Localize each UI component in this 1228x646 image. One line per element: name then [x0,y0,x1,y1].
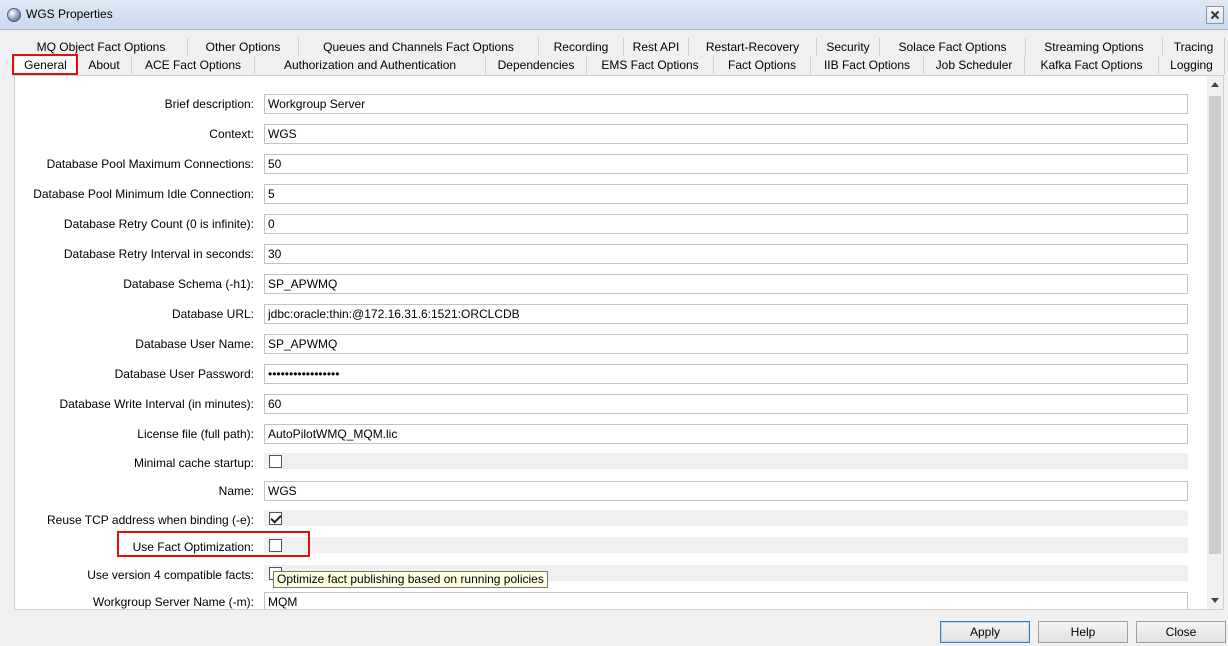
reuse-tcp-label: Reuse TCP address when binding (-e): [47,513,254,527]
row-use-v4-facts: Use version 4 compatible facts: [15,565,1209,585]
minimal-cache-strip [264,453,1188,469]
wgs-name-label: Workgroup Server Name (-m): [92,595,254,609]
context-field[interactable] [264,124,1188,144]
db-write-interval-field[interactable] [264,394,1188,414]
scroll-down-arrow-icon[interactable] [1211,598,1219,603]
row-db-write-interval: Database Write Interval (in minutes): [15,390,1209,418]
row-db-schema: Database Schema (-h1): [15,270,1209,298]
db-user-label: Database User Name: [135,337,254,351]
properties-panel: Brief description: Context: Database Poo… [14,75,1224,610]
brief-description-field[interactable] [264,94,1188,114]
license-file-label: License file (full path): [137,427,254,441]
db-pool-max-field[interactable] [264,154,1188,174]
close-icon[interactable] [1206,6,1224,24]
row-reuse-tcp: Reuse TCP address when binding (-e): [15,510,1209,530]
row-db-retry-interval: Database Retry Interval in seconds: [15,240,1209,268]
use-v4-facts-label: Use version 4 compatible facts: [87,568,254,582]
row-db-url: Database URL: [15,300,1209,328]
tab-kafka-fact-options[interactable]: Kafka Fact Options [1025,56,1159,74]
db-schema-label: Database Schema (-h1): [123,277,254,291]
row-name: Name: [15,477,1209,505]
tab-authorization-authentication[interactable]: Authorization and Authentication [255,56,486,74]
tab-job-scheduler[interactable]: Job Scheduler [924,56,1025,74]
db-schema-field[interactable] [264,274,1188,294]
tab-restart-recovery[interactable]: Restart-Recovery [689,38,817,56]
title-bar: WGS Properties [0,0,1228,30]
row-db-password: Database User Password: [15,360,1209,388]
db-password-label: Database User Password: [114,367,254,381]
tab-dependencies[interactable]: Dependencies [486,56,587,74]
apply-button[interactable]: Apply [940,621,1030,643]
tab-rest-api[interactable]: Rest API [624,38,689,56]
tab-solace-fact-options[interactable]: Solace Fact Options [880,38,1026,56]
db-url-field[interactable] [264,304,1188,324]
row-db-pool-min-idle: Database Pool Minimum Idle Connection: [15,180,1209,208]
tab-tracing[interactable]: Tracing [1163,38,1225,56]
row-license-file: License file (full path): [15,420,1209,448]
row-wgs-name: Workgroup Server Name (-m): [15,588,1209,609]
scroll-up-arrow-icon[interactable] [1211,82,1219,87]
row-context: Context: [15,120,1209,148]
general-tab-highlight [12,54,78,75]
tab-iib-fact-options[interactable]: IIB Fact Options [811,56,924,74]
minimal-cache-checkbox[interactable] [269,455,282,468]
close-button[interactable]: Close [1136,621,1226,643]
tab-about[interactable]: About [77,56,132,74]
tab-streaming-options[interactable]: Streaming Options [1026,38,1163,56]
db-retry-count-label: Database Retry Count (0 is infinite): [63,217,254,231]
wgs-name-field[interactable] [264,592,1188,609]
tab-recording[interactable]: Recording [539,38,624,56]
row-db-retry-count: Database Retry Count (0 is infinite): [15,210,1209,238]
context-label: Context: [209,127,254,141]
app-globe-icon [7,8,21,22]
db-url-label: Database URL: [171,307,254,321]
window-title: WGS Properties [26,7,113,21]
db-password-field[interactable] [264,364,1188,384]
reuse-tcp-strip [264,510,1188,526]
brief-description-label: Brief description: [164,97,254,111]
row-db-pool-max: Database Pool Maximum Connections: [15,150,1209,178]
tab-row-top: MQ Object Fact Options Other Options Que… [0,38,1228,56]
help-button[interactable]: Help [1038,621,1128,643]
use-fact-optimization-strip [264,537,1188,553]
tab-row-bottom: General About ACE Fact Options Authoriza… [0,56,1228,74]
db-write-interval-label: Database Write Interval (in minutes): [59,397,254,411]
row-minimal-cache: Minimal cache startup: [15,453,1209,473]
minimal-cache-label: Minimal cache startup: [133,456,254,470]
tab-logging[interactable]: Logging [1159,56,1225,74]
row-brief-description: Brief description: [15,90,1209,118]
tab-ace-fact-options[interactable]: ACE Fact Options [132,56,255,74]
db-pool-min-idle-field[interactable] [264,184,1188,204]
tab-fact-options[interactable]: Fact Options [714,56,811,74]
db-retry-interval-label: Database Retry Interval in seconds: [63,247,254,261]
tab-queues-channels-fact-options[interactable]: Queues and Channels Fact Options [299,38,539,56]
reuse-tcp-checkbox[interactable] [269,512,282,525]
db-retry-count-field[interactable] [264,214,1188,234]
name-field[interactable] [264,481,1188,501]
scroll-thumb[interactable] [1209,96,1221,554]
db-user-field[interactable] [264,334,1188,354]
tooltip: Optimize fact publishing based on runnin… [273,571,548,588]
fact-optimization-highlight [117,531,310,557]
db-pool-min-idle-label: Database Pool Minimum Idle Connection: [33,187,254,201]
name-label: Name: [218,484,254,498]
tab-other-options[interactable]: Other Options [188,38,299,56]
tab-ems-fact-options[interactable]: EMS Fact Options [587,56,714,74]
db-pool-max-label: Database Pool Maximum Connections: [46,157,254,171]
row-db-user: Database User Name: [15,330,1209,358]
db-retry-interval-field[interactable] [264,244,1188,264]
license-file-field[interactable] [264,424,1188,444]
tab-security[interactable]: Security [817,38,880,56]
vertical-scrollbar[interactable] [1207,76,1223,609]
